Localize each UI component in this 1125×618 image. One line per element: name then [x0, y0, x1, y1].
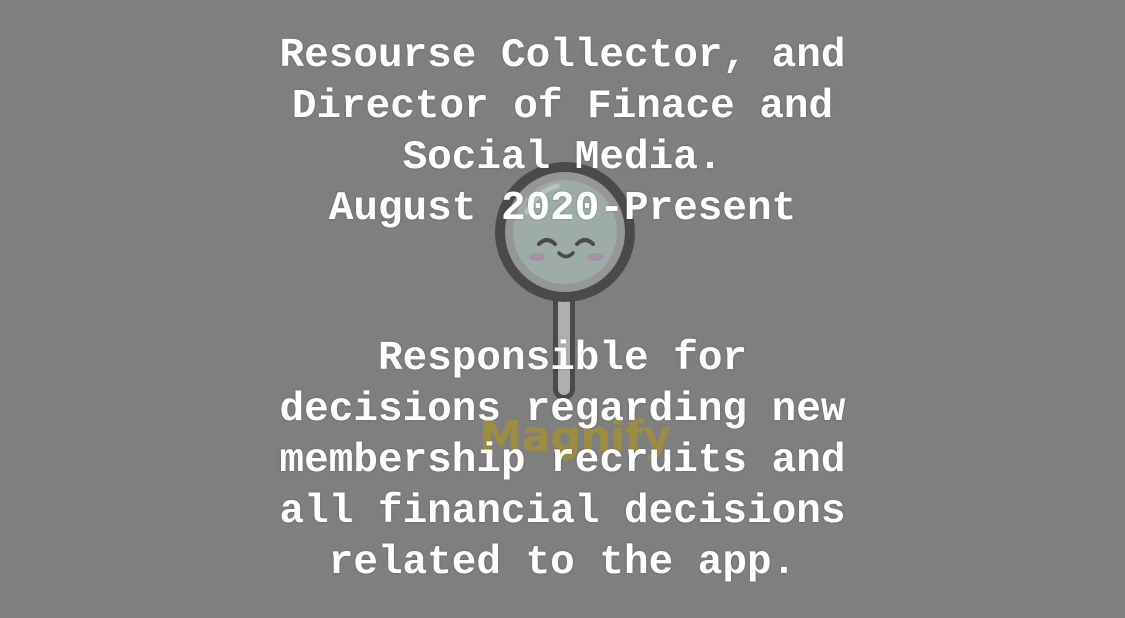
description-line: related to the app. [328, 540, 797, 586]
title-line: Social Media. [402, 135, 723, 181]
role-title: Resourse Collector, and Director of Fina… [180, 31, 945, 235]
slide: Magnify Resourse Collector, and Director… [0, 0, 1125, 618]
description-line: all financial decisions [279, 489, 846, 535]
description-line: membership recruits and [279, 438, 846, 484]
role-description: Responsible for decisions regarding new … [180, 334, 945, 589]
title-line: Director of Finace and [291, 84, 834, 130]
description-line: Responsible for [377, 336, 748, 382]
title-line: Resourse Collector, and [279, 33, 846, 79]
description-line: decisions regarding new [279, 387, 846, 433]
date-range: August 2020-Present [328, 186, 797, 232]
